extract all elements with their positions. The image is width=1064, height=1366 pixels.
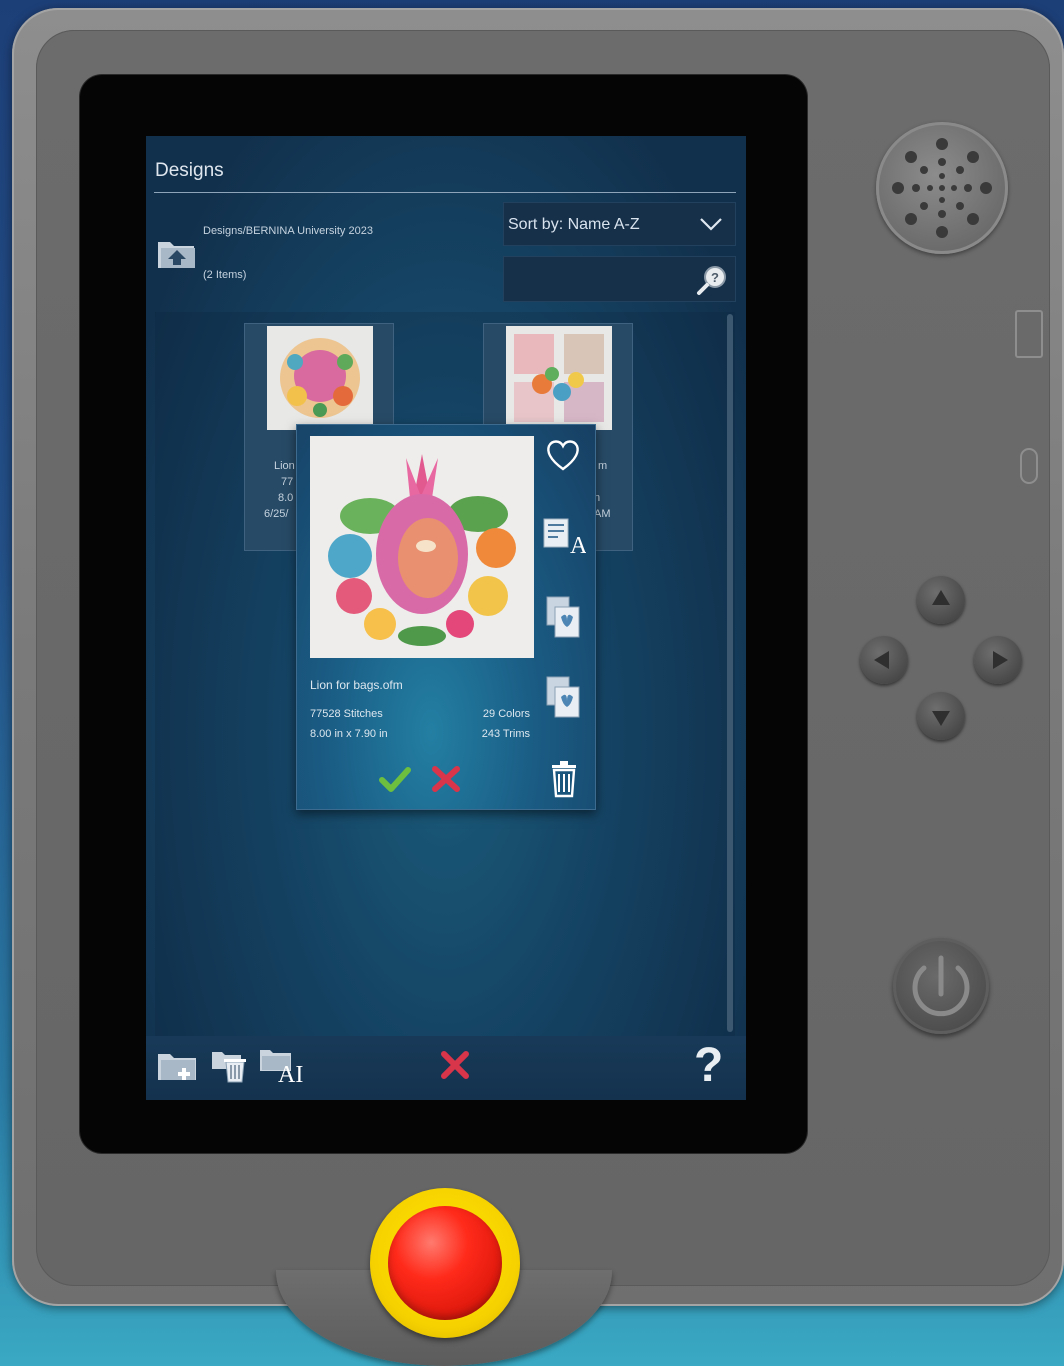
dpad-right-icon[interactable] (974, 636, 1022, 684)
design-thumbnail (506, 326, 612, 430)
svg-text:AI: AI (278, 1062, 303, 1086)
sort-label: Sort by: Name A-Z (508, 216, 640, 233)
tile-date: 6/25/ (264, 508, 289, 520)
copy-design-icon[interactable] (545, 595, 583, 644)
dpad-up-icon[interactable] (917, 576, 965, 624)
design-details-popup: AI Lion for bags.ofm 77528 Stitches 8.00… (296, 424, 596, 810)
power-icon[interactable] (893, 938, 989, 1034)
svg-text:?: ? (711, 270, 719, 285)
usb-port (1015, 310, 1043, 358)
help-icon[interactable]: ? (694, 1038, 723, 1093)
design-preview (310, 436, 534, 658)
tile-stitches: 77 (281, 476, 294, 488)
search-input[interactable]: ? (503, 256, 736, 302)
cancel-icon[interactable] (431, 765, 461, 798)
chevron-down-icon (699, 215, 723, 238)
speaker-grille (876, 122, 1008, 254)
paste-design-icon[interactable] (545, 675, 583, 724)
design-name: Lion for bags.ofm (310, 678, 403, 692)
indicator-slot (1020, 448, 1038, 484)
tile-name: m (598, 460, 608, 472)
stitch-count: 77528 Stitches (310, 708, 383, 720)
page-title: Designs (155, 160, 224, 181)
bottom-toolbar: AI ? (146, 1036, 746, 1100)
cancel-icon[interactable] (440, 1050, 470, 1085)
start-stop-button-core (388, 1206, 502, 1320)
design-thumbnail (267, 326, 373, 430)
rename-folder-icon[interactable]: AI (258, 1046, 304, 1091)
delete-folder-icon[interactable] (210, 1048, 250, 1089)
sort-dropdown[interactable]: Sort by: Name A-Z (503, 202, 736, 246)
tile-size: 8.0 (278, 492, 294, 504)
dpad-down-icon[interactable] (917, 692, 965, 740)
color-count: 29 Colors (482, 708, 530, 720)
design-size: 8.00 in x 7.90 in (310, 728, 388, 740)
search-icon[interactable]: ? (695, 263, 729, 302)
tile-name: Lion (274, 460, 295, 472)
touch-screen: Designs Designs/BERNINA University 2023 … (146, 136, 746, 1100)
folder-up-icon[interactable] (156, 236, 198, 272)
trim-count: 243 Trims (481, 728, 530, 740)
dpad-left-icon[interactable] (860, 636, 908, 684)
tile-date: AM (594, 508, 611, 520)
rename-icon[interactable]: AI (542, 517, 595, 562)
new-folder-icon[interactable] (156, 1048, 200, 1089)
start-stop-button[interactable] (370, 1188, 520, 1338)
trash-icon[interactable] (549, 760, 579, 803)
item-count: (2 Items) (203, 269, 247, 281)
scrollbar[interactable] (727, 314, 733, 1032)
svg-text:AI: AI (570, 533, 586, 557)
heart-icon[interactable] (545, 438, 581, 477)
folder-path: Designs/BERNINA University 2023 (203, 225, 373, 237)
title-divider (154, 192, 736, 193)
confirm-icon[interactable] (379, 765, 411, 798)
